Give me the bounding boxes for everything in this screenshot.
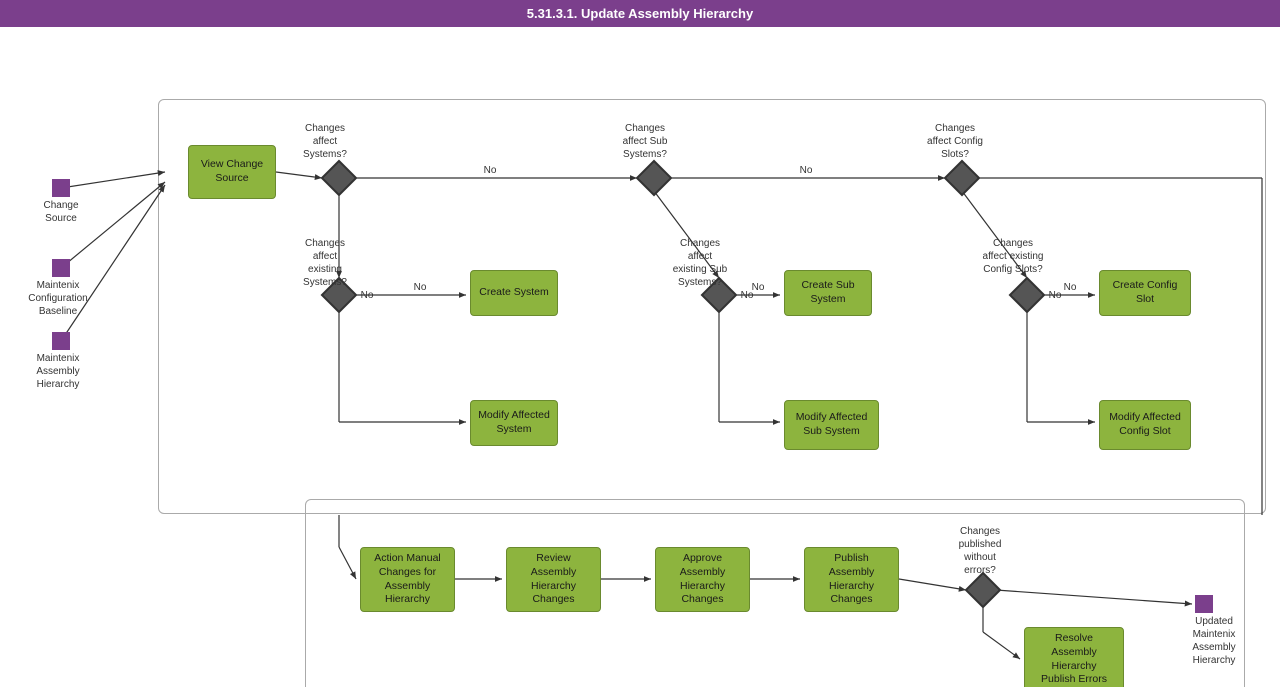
- output-icon: [1195, 595, 1213, 613]
- diamond-affect-existing-sub-systems-label: Changesaffectexisting SubSystems?: [655, 237, 745, 289]
- diamond-affect-systems-label: ChangesaffectSystems?: [285, 122, 365, 161]
- diagram-area: No No No No No: [0, 27, 1280, 687]
- diamond-published-without-errors-label: Changespublishedwithouterrors?: [935, 525, 1025, 577]
- action-manual[interactable]: Action ManualChanges forAssemblyHierarch…: [360, 547, 455, 612]
- maintenix-assembly-label: MaintenixAssemblyHierarchy: [30, 352, 86, 391]
- create-sub-system[interactable]: Create SubSystem: [784, 270, 872, 316]
- create-config-slot[interactable]: Create ConfigSlot: [1099, 270, 1191, 316]
- review-assembly[interactable]: ReviewAssemblyHierarchyChanges: [506, 547, 601, 612]
- page-title: 5.31.3.1. Update Assembly Hierarchy: [527, 6, 753, 21]
- publish-assembly[interactable]: PublishAssemblyHierarchyChanges: [804, 547, 899, 612]
- maintenix-config-icon: [52, 259, 70, 277]
- modify-config-slot[interactable]: Modify AffectedConfig Slot: [1099, 400, 1191, 450]
- modify-system[interactable]: Modify AffectedSystem: [470, 400, 558, 446]
- maintenix-config-label: MaintenixConfigurationBaseline: [22, 279, 94, 318]
- create-system[interactable]: Create System: [470, 270, 558, 316]
- resolve-assembly[interactable]: ResolveAssemblyHierarchyPublish Errors: [1024, 627, 1124, 687]
- diamond-affect-sub-systems-label: Changesaffect SubSystems?: [600, 122, 690, 161]
- view-change-source[interactable]: View ChangeSource: [188, 145, 276, 199]
- diamond-affect-config-slots-label: Changesaffect ConfigSlots?: [910, 122, 1000, 161]
- approve-assembly[interactable]: ApproveAssemblyHierarchyChanges: [655, 547, 750, 612]
- modify-sub-system[interactable]: Modify AffectedSub System: [784, 400, 879, 450]
- diamond-affect-existing-config-slots-label: Changesaffect existingConfig Slots?: [963, 237, 1063, 276]
- output-label: UpdatedMaintenixAssemblyHierarchy: [1178, 615, 1250, 667]
- change-source-icon: [52, 179, 70, 197]
- maintenix-assembly-icon: [52, 332, 70, 350]
- diamond-affect-existing-systems-label: ChangesaffectexistingSystems?: [280, 237, 370, 289]
- title-bar: 5.31.3.1. Update Assembly Hierarchy: [0, 0, 1280, 27]
- change-source-label: ChangeSource: [38, 199, 84, 225]
